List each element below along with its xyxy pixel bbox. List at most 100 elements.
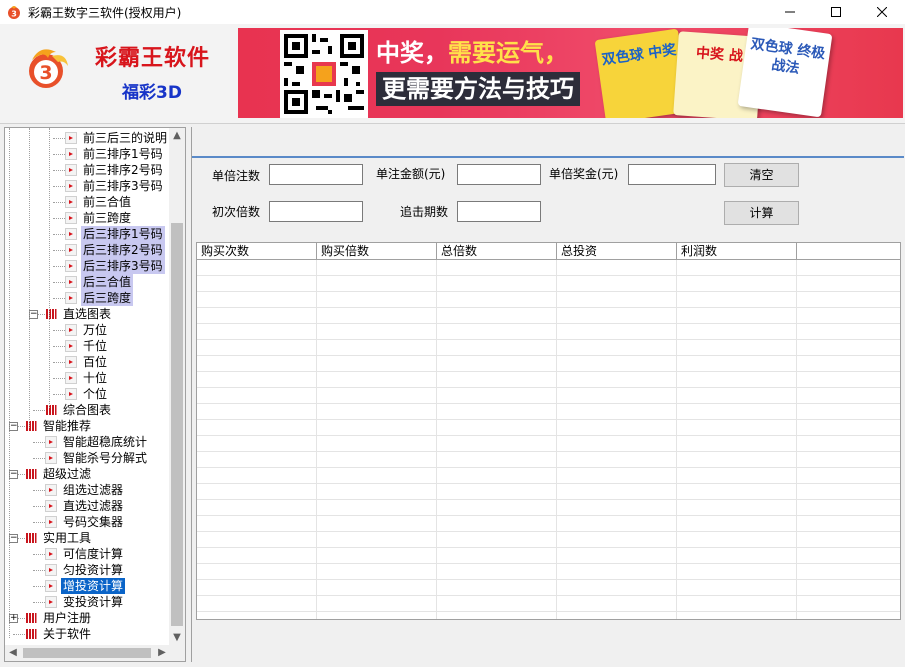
collapse-icon[interactable]: −	[9, 422, 18, 431]
header-banner: 3 彩霸王软件 福彩3D 中奖，需要运气， 更需要方法与技巧 双色球 中奖 中奖…	[0, 24, 905, 124]
svg-text:3: 3	[39, 62, 52, 84]
scroll-down-icon[interactable]: ▼	[169, 630, 185, 646]
unit-prize-input[interactable]	[628, 164, 716, 185]
unit-bets-input[interactable]	[269, 164, 363, 185]
tree-item[interactable]: 前三排序3号码	[65, 178, 165, 194]
tree-item[interactable]: 变投资计算	[45, 594, 125, 610]
app-logo-icon: 3	[8, 6, 20, 19]
page-arrow-icon	[65, 260, 77, 272]
page-arrow-icon	[45, 596, 57, 608]
page-arrow-icon	[65, 212, 77, 224]
page-arrow-icon	[65, 340, 77, 352]
tree-item[interactable]: 后三排序1号码	[65, 226, 165, 242]
page-arrow-icon	[65, 148, 77, 160]
tree-vertical-scrollbar[interactable]: ▲ ▼	[169, 128, 185, 646]
tree-item-label: 前三后三的说明	[83, 131, 168, 145]
tree-connector	[53, 202, 65, 203]
tree-item[interactable]: 千位	[65, 338, 109, 354]
tree-connector	[33, 602, 45, 603]
tree-item[interactable]: 十位	[65, 370, 109, 386]
close-button[interactable]	[859, 0, 905, 24]
tree-item[interactable]: 可信度计算	[45, 546, 125, 562]
minimize-icon	[785, 11, 795, 13]
page-arrow-icon	[65, 196, 77, 208]
tree-item[interactable]: 前三跨度	[65, 210, 133, 226]
tree-item[interactable]: 匀投资计算	[45, 562, 125, 578]
maximize-button[interactable]	[813, 0, 859, 24]
folder-grid-icon	[46, 309, 57, 319]
bet-amount-label: 单注金额(元)	[376, 167, 446, 181]
tree-item[interactable]: 增投资计算	[45, 578, 126, 594]
tree-item[interactable]: 号码交集器	[45, 514, 125, 530]
tree-item[interactable]: 关于软件	[25, 626, 93, 642]
collapse-icon[interactable]: −	[29, 310, 38, 319]
scroll-thumb[interactable]	[171, 223, 183, 626]
navigation-tree[interactable]: 前三后三的说明 前三排序1号码 前三排序2号码 前三排序3号码 前三合值 前三跨度 后三排序…	[4, 127, 186, 662]
initial-multiple-input[interactable]	[269, 201, 363, 222]
tree-item[interactable]: 后三排序2号码	[65, 242, 165, 258]
page-arrow-icon	[65, 372, 77, 384]
expand-icon[interactable]: +	[9, 614, 18, 623]
column-header[interactable]	[797, 243, 900, 260]
banner-line2: 更需要方法与技巧	[376, 72, 580, 106]
tree-item[interactable]: 前三排序1号码	[65, 146, 165, 162]
tree-connector	[33, 522, 45, 523]
calculate-button[interactable]: 计算	[724, 201, 799, 225]
tree-horizontal-scrollbar[interactable]: ◀ ▶	[5, 645, 170, 661]
tree-item[interactable]: 前三合值	[65, 194, 133, 210]
tree-item[interactable]: 万位	[65, 322, 109, 338]
column-header[interactable]: 购买倍数	[317, 243, 437, 260]
tree-item[interactable]: 后三合值	[65, 274, 134, 290]
column-header[interactable]: 总投资	[557, 243, 677, 260]
page-arrow-icon	[45, 500, 57, 512]
folder-grid-icon	[26, 629, 37, 639]
tree-connector	[53, 154, 65, 155]
hscroll-thumb[interactable]	[23, 648, 151, 658]
tree-guide-line	[29, 128, 30, 428]
scroll-left-icon[interactable]: ◀	[5, 645, 21, 661]
folder-grid-icon	[26, 613, 37, 623]
tree-item-label: 后三合值	[81, 274, 134, 290]
tree-item[interactable]: 后三跨度	[65, 290, 134, 306]
scroll-right-icon[interactable]: ▶	[154, 645, 170, 661]
tree-item[interactable]: 综合图表	[45, 402, 113, 418]
tree-connector	[33, 586, 45, 587]
panel-top-strip	[192, 127, 904, 158]
tree-item[interactable]: 个位	[65, 386, 109, 402]
result-table[interactable]: 购买次数 购买倍数 总倍数 总投资 利润数	[196, 242, 901, 620]
product-name: 福彩3D	[122, 83, 182, 103]
tree-item[interactable]: 百位	[65, 354, 109, 370]
page-arrow-icon	[65, 132, 77, 144]
tree-item-label: 后三跨度	[81, 290, 134, 306]
tree-item[interactable]: 超级过滤	[25, 466, 93, 482]
tree-item-label: 号码交集器	[63, 515, 124, 529]
column-header[interactable]: 利润数	[677, 243, 797, 260]
column-header[interactable]: 购买次数	[197, 243, 317, 260]
bet-amount-input[interactable]	[457, 164, 541, 185]
collapse-icon[interactable]: −	[9, 470, 18, 479]
tree-item-label: 可信度计算	[63, 547, 124, 561]
chase-periods-input[interactable]	[457, 201, 541, 222]
minimize-button[interactable]	[767, 0, 813, 24]
tree-item[interactable]: 前三排序2号码	[65, 162, 165, 178]
tree-item[interactable]: 直选过滤器	[45, 498, 125, 514]
clear-button[interactable]: 清空	[724, 163, 799, 187]
tree-item[interactable]: 智能推荐	[25, 418, 93, 434]
result-table-body[interactable]	[197, 260, 900, 619]
tree-item[interactable]: 智能杀号分解式	[45, 450, 149, 466]
tree-item[interactable]: 后三排序3号码	[65, 258, 165, 274]
tree-item-label: 智能杀号分解式	[63, 451, 148, 465]
tree-item-label: 个位	[83, 387, 108, 401]
tree-connector	[33, 458, 45, 459]
collapse-icon[interactable]: −	[9, 534, 18, 543]
tree-item[interactable]: 智能超稳底统计	[45, 434, 149, 450]
column-header[interactable]: 总倍数	[437, 243, 557, 260]
tree-item[interactable]: 用户注册	[25, 610, 93, 626]
page-arrow-icon	[45, 580, 57, 592]
tree-item[interactable]: 实用工具	[25, 530, 93, 546]
tree-item[interactable]: 组选过滤器	[45, 482, 125, 498]
scroll-up-icon[interactable]: ▲	[169, 128, 185, 144]
tree-item[interactable]: 直选图表	[45, 306, 113, 322]
advert-banner[interactable]: 中奖，需要运气， 更需要方法与技巧 双色球 中奖 中奖 战 双色球 终极战法	[238, 28, 903, 118]
tree-item[interactable]: 前三后三的说明	[65, 130, 169, 146]
